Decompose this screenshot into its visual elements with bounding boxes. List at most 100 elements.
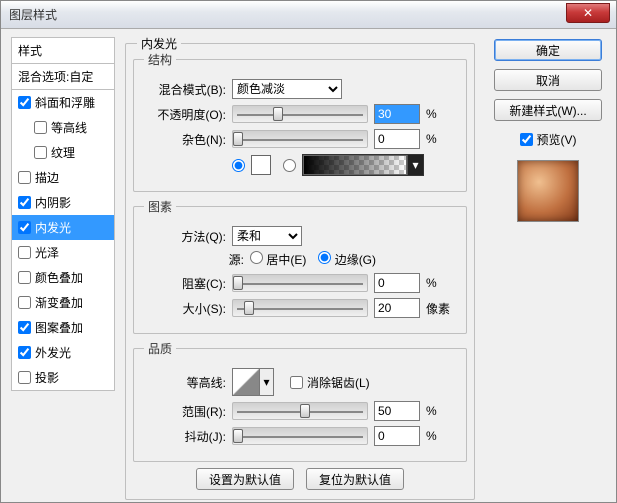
jitter-unit: % [426, 429, 456, 443]
style-item-11[interactable]: 投影 [12, 365, 114, 390]
style-label: 外发光 [35, 344, 71, 361]
style-item-9[interactable]: 图案叠加 [12, 315, 114, 340]
range-unit: % [426, 404, 456, 418]
opacity-slider[interactable] [232, 105, 368, 123]
style-checkbox[interactable] [18, 321, 31, 334]
style-checkbox[interactable] [18, 96, 31, 109]
contour-preview [232, 368, 260, 396]
opacity-unit: % [426, 107, 456, 121]
elements-legend: 图素 [144, 198, 176, 215]
style-checkbox[interactable] [18, 171, 31, 184]
contour-label: 等高线: [144, 374, 226, 391]
noise-input[interactable] [374, 129, 420, 149]
style-label: 等高线 [51, 119, 87, 136]
main-title: 内发光 [137, 35, 181, 52]
style-checkbox[interactable] [18, 346, 31, 359]
source-center-option[interactable]: 居中(E) [250, 251, 306, 268]
elements-group: 图素 方法(Q): 柔和 源: 居中(E) 边缘(G) 阻塞(C): [133, 198, 467, 334]
technique-select[interactable]: 柔和 [232, 226, 302, 246]
jitter-slider[interactable] [232, 427, 368, 445]
range-input[interactable] [374, 401, 420, 421]
range-slider[interactable] [232, 402, 368, 420]
dialog-content: 样式 混合选项:自定 斜面和浮雕等高线纹理描边内阴影内发光光泽颜色叠加渐变叠加图… [1, 29, 616, 502]
jitter-label: 抖动(J): [144, 428, 226, 445]
size-slider[interactable] [232, 299, 368, 317]
gradient-picker[interactable]: ▾ [302, 154, 424, 176]
choke-label: 阻塞(C): [144, 275, 226, 292]
styles-panel: 样式 混合选项:自定 斜面和浮雕等高线纹理描边内阴影内发光光泽颜色叠加渐变叠加图… [11, 37, 115, 391]
quality-legend: 品质 [144, 340, 176, 357]
titlebar: 图层样式 ✕ [1, 1, 616, 29]
source-edge-option[interactable]: 边缘(G) [318, 251, 376, 268]
style-item-2[interactable]: 纹理 [12, 140, 114, 165]
contour-picker[interactable]: ▾ [232, 368, 274, 396]
preview-checkbox[interactable]: 预览(V) [520, 131, 577, 148]
contour-dropdown-icon[interactable]: ▾ [260, 368, 274, 396]
style-label: 光泽 [35, 244, 59, 261]
color-swatch[interactable] [251, 155, 271, 175]
style-checkbox[interactable] [34, 121, 47, 134]
styles-header[interactable]: 样式 [11, 37, 115, 64]
window-title: 图层样式 [9, 6, 57, 23]
color-radio[interactable] [232, 159, 245, 172]
opacity-label: 不透明度(O): [144, 106, 226, 123]
style-list: 斜面和浮雕等高线纹理描边内阴影内发光光泽颜色叠加渐变叠加图案叠加外发光投影 [11, 90, 115, 391]
opacity-input[interactable] [374, 104, 420, 124]
style-item-4[interactable]: 内阴影 [12, 190, 114, 215]
right-panel: 确定 取消 新建样式(W)... 预览(V) [494, 39, 602, 222]
style-label: 渐变叠加 [35, 294, 83, 311]
style-item-6[interactable]: 光泽 [12, 240, 114, 265]
size-input[interactable] [374, 298, 420, 318]
source-label: 源: [144, 251, 244, 268]
style-checkbox[interactable] [18, 246, 31, 259]
blend-mode-label: 混合模式(B): [144, 81, 226, 98]
style-checkbox[interactable] [34, 146, 47, 159]
style-label: 描边 [35, 169, 59, 186]
style-label: 斜面和浮雕 [35, 94, 95, 111]
reset-default-button[interactable]: 复位为默认值 [306, 468, 404, 490]
range-label: 范围(R): [144, 403, 226, 420]
style-checkbox[interactable] [18, 271, 31, 284]
style-item-0[interactable]: 斜面和浮雕 [12, 90, 114, 115]
style-item-10[interactable]: 外发光 [12, 340, 114, 365]
jitter-input[interactable] [374, 426, 420, 446]
style-label: 纹理 [51, 144, 75, 161]
noise-unit: % [426, 132, 456, 146]
style-label: 内发光 [35, 219, 71, 236]
size-unit: 像素 [426, 300, 456, 317]
antialias-checkbox[interactable]: 消除锯齿(L) [290, 374, 370, 391]
ok-button[interactable]: 确定 [494, 39, 602, 61]
structure-group: 结构 混合模式(B): 颜色减淡 不透明度(O): % 杂色(N): % [133, 51, 467, 192]
set-default-button[interactable]: 设置为默认值 [196, 468, 294, 490]
gradient-preview [303, 155, 407, 175]
choke-input[interactable] [374, 273, 420, 293]
style-checkbox[interactable] [18, 221, 31, 234]
style-checkbox[interactable] [18, 371, 31, 384]
new-style-button[interactable]: 新建样式(W)... [494, 99, 602, 121]
noise-slider[interactable] [232, 130, 368, 148]
style-label: 颜色叠加 [35, 269, 83, 286]
style-item-5[interactable]: 内发光 [12, 215, 114, 240]
choke-unit: % [426, 276, 456, 290]
size-label: 大小(S): [144, 300, 226, 317]
style-item-7[interactable]: 颜色叠加 [12, 265, 114, 290]
cancel-button[interactable]: 取消 [494, 69, 602, 91]
style-item-8[interactable]: 渐变叠加 [12, 290, 114, 315]
technique-label: 方法(Q): [144, 228, 226, 245]
close-button[interactable]: ✕ [566, 3, 610, 23]
style-checkbox[interactable] [18, 296, 31, 309]
quality-group: 品质 等高线: ▾ 消除锯齿(L) 范围(R): % [133, 340, 467, 462]
gradient-radio[interactable] [283, 159, 296, 172]
gradient-dropdown-icon[interactable]: ▾ [407, 155, 423, 175]
style-item-3[interactable]: 描边 [12, 165, 114, 190]
style-label: 内阴影 [35, 194, 71, 211]
blend-options-header[interactable]: 混合选项:自定 [11, 64, 115, 90]
style-label: 投影 [35, 369, 59, 386]
style-checkbox[interactable] [18, 196, 31, 209]
noise-label: 杂色(N): [144, 131, 226, 148]
structure-legend: 结构 [144, 51, 176, 68]
style-item-1[interactable]: 等高线 [12, 115, 114, 140]
blend-mode-select[interactable]: 颜色减淡 [232, 79, 342, 99]
choke-slider[interactable] [232, 274, 368, 292]
preview-thumbnail [517, 160, 579, 222]
